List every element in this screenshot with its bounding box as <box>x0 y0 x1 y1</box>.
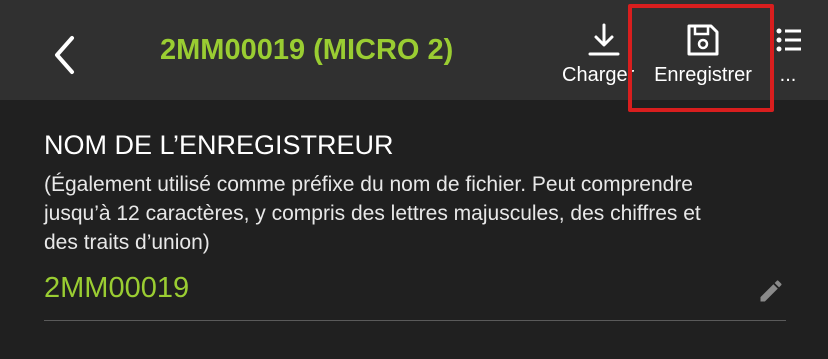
edit-button[interactable] <box>754 276 788 306</box>
save-button[interactable]: Enregistrer <box>646 20 760 90</box>
menu-label: ... <box>779 64 797 86</box>
menu-button[interactable]: ... <box>768 20 808 90</box>
menu-icon <box>773 20 803 60</box>
section-description: (Également utilisé comme préfixe du nom … <box>44 173 701 254</box>
pencil-icon <box>760 280 782 302</box>
back-button[interactable] <box>40 30 90 80</box>
chevron-left-icon <box>55 36 74 74</box>
floppy-disk-icon <box>685 20 721 60</box>
save-label: Enregistrer <box>654 64 752 86</box>
top-bar: 2MM00019 (MICRO 2) Charger Enregistrer .… <box>0 0 828 112</box>
page-title: 2MM00019 (MICRO 2) <box>160 34 454 66</box>
load-label: Charger <box>562 64 635 86</box>
divider <box>44 320 786 321</box>
recorder-name-field[interactable]: 2MM00019 <box>44 272 189 305</box>
load-button[interactable]: Charger <box>562 20 646 90</box>
download-icon <box>587 20 621 60</box>
section-title: NOM DE L’ENREGISTREUR <box>44 130 394 160</box>
